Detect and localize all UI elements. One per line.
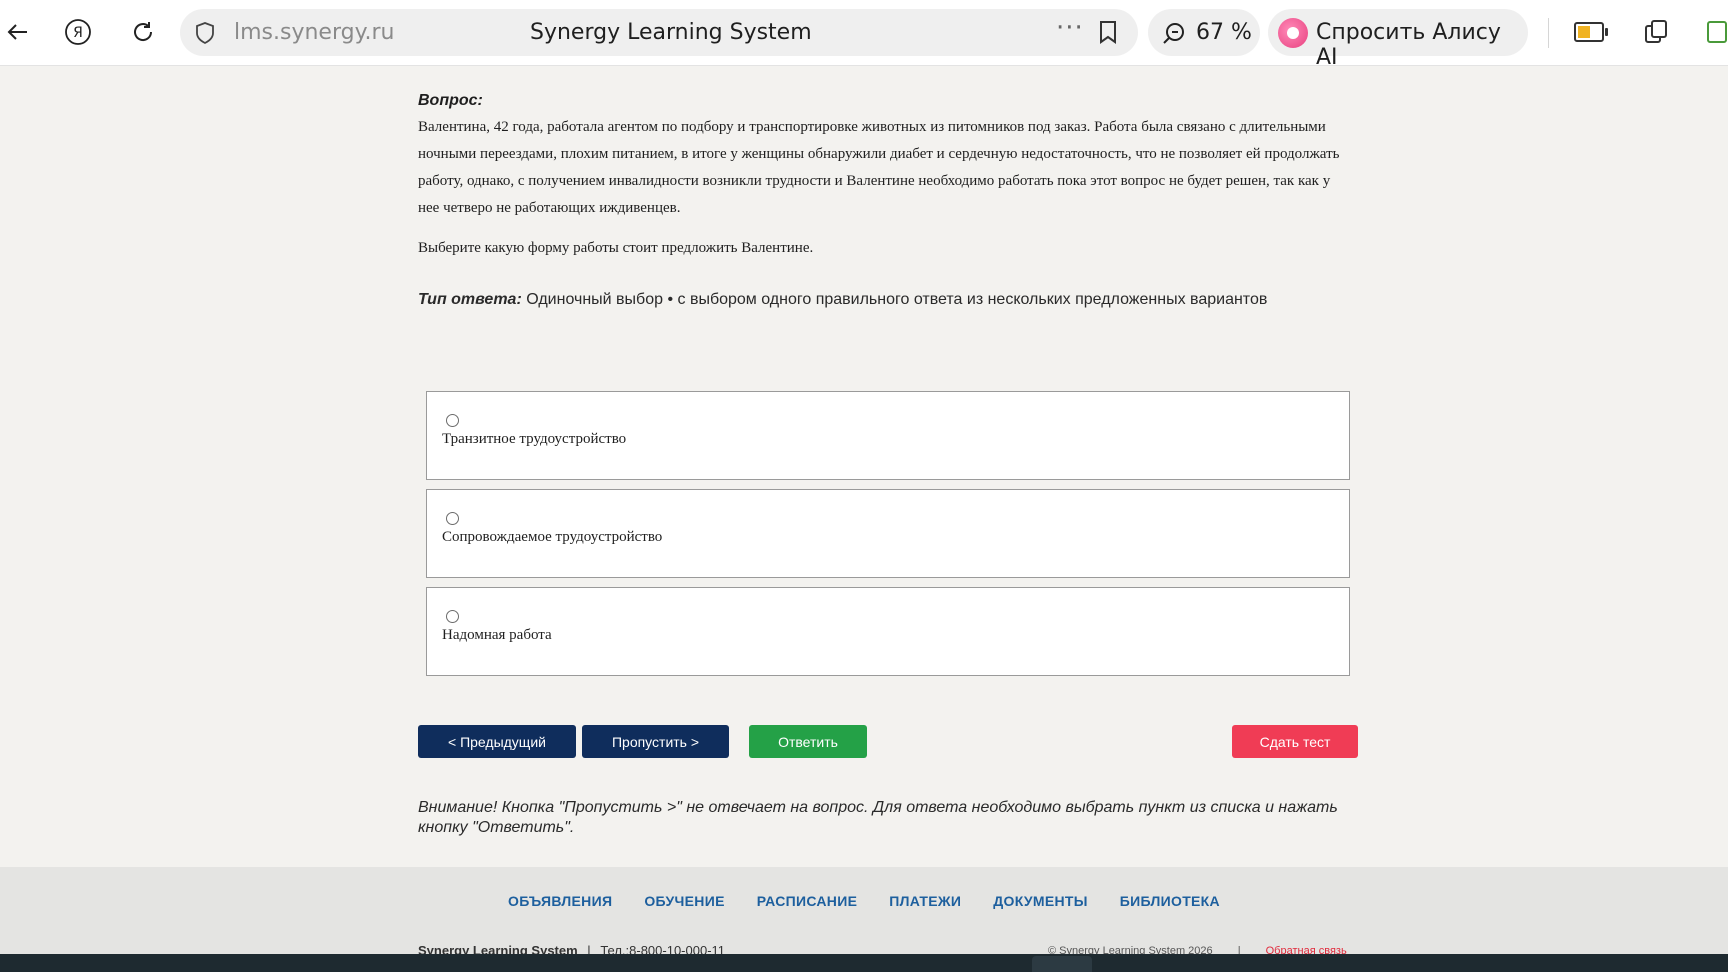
page-title: Synergy Learning System [530, 20, 812, 45]
back-arrow-icon[interactable] [0, 14, 36, 50]
radio-button[interactable] [446, 414, 459, 427]
yandex-logo-icon[interactable]: Я [60, 14, 96, 50]
alice-orb-icon [1278, 18, 1308, 48]
taskbar [0, 954, 1728, 972]
reload-icon[interactable] [125, 14, 161, 50]
skip-button[interactable]: Пропустить > [582, 725, 729, 758]
skip-warning-notice: Внимание! Кнопка "Пропустить >" не отвеч… [418, 799, 1338, 836]
extension-icon[interactable] [1704, 18, 1728, 50]
zoom-indicator[interactable]: 67 % [1148, 9, 1260, 56]
footer-link-payments[interactable]: ПЛАТЕЖИ [889, 893, 961, 909]
browser-toolbar: Я lms.synergy.ru Synergy Learning System… [0, 0, 1728, 70]
answer-option[interactable]: Сопровождаемое трудоустройство [426, 489, 1350, 578]
answer-option-label[interactable]: Транзитное трудоустройство [442, 431, 626, 448]
answer-option[interactable]: Надомная работа [426, 587, 1350, 676]
answer-button[interactable]: Ответить [749, 725, 867, 758]
svg-text:Я: Я [73, 25, 83, 41]
taskbar-item[interactable] [1032, 956, 1092, 972]
footer-nav: ОБЪЯВЛЕНИЯ ОБУЧЕНИЕ РАСПИСАНИЕ ПЛАТЕЖИ Д… [0, 893, 1728, 909]
question-label: Вопрос: [418, 92, 483, 109]
footer-link-announcements[interactable]: ОБЪЯВЛЕНИЯ [508, 893, 612, 909]
footer-link-documents[interactable]: ДОКУМЕНТЫ [993, 893, 1088, 909]
answer-option-label[interactable]: Сопровождаемое трудоустройство [442, 529, 662, 546]
footer-link-learning[interactable]: ОБУЧЕНИЕ [644, 893, 724, 909]
bookmark-icon[interactable] [1098, 20, 1118, 48]
extension-icon[interactable] [1642, 18, 1670, 50]
question-prompt: Выберите какую форму работы стоит предло… [418, 240, 814, 256]
more-menu-icon[interactable]: ··· [1056, 13, 1084, 43]
answer-type: Тип ответа: Одиночный выбор • с выбором … [418, 291, 1348, 309]
footer-link-schedule[interactable]: РАСПИСАНИЕ [757, 893, 858, 909]
search-zoom-icon [1162, 21, 1186, 49]
radio-button[interactable] [446, 512, 459, 525]
previous-button[interactable]: < Предыдущий [418, 725, 576, 758]
submit-test-button[interactable]: Сдать тест [1232, 725, 1358, 758]
shield-icon[interactable] [194, 21, 216, 49]
toolbar-divider [1548, 18, 1549, 48]
answer-option[interactable]: Транзитное трудоустройство [426, 391, 1350, 480]
address-bar[interactable]: lms.synergy.ru Synergy Learning System ·… [180, 9, 1138, 56]
question-block: Вопрос: Валентина, 42 года, работала аге… [418, 92, 1348, 309]
alice-button[interactable]: Спросить Алису AI [1268, 9, 1528, 70]
answer-type-value: Одиночный выбор • с выбором одного прави… [526, 291, 1268, 308]
question-text: Валентина, 42 года, работала агентом по … [418, 119, 1340, 216]
battery-icon[interactable] [1574, 22, 1608, 42]
radio-button[interactable] [446, 610, 459, 623]
alice-label: Спросить Алису AI [1316, 20, 1501, 70]
footer-link-library[interactable]: БИБЛИОТЕКА [1120, 893, 1220, 909]
address-url[interactable]: lms.synergy.ru [234, 20, 394, 45]
zoom-value: 67 % [1196, 20, 1252, 45]
answer-type-label: Тип ответа: [418, 291, 522, 308]
answer-option-label[interactable]: Надомная работа [442, 627, 552, 644]
